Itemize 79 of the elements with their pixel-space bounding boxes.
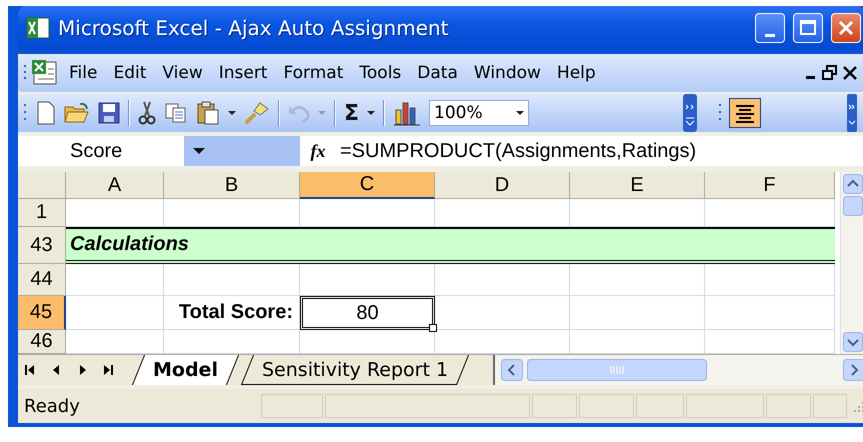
autosum-button[interactable]: Σ bbox=[344, 100, 360, 126]
maximize-button[interactable] bbox=[793, 13, 823, 43]
dropdown-caret-icon[interactable] bbox=[192, 146, 206, 156]
scroll-up-button[interactable] bbox=[843, 174, 863, 194]
column-header[interactable]: D bbox=[435, 172, 570, 199]
minimize-button[interactable] bbox=[755, 13, 785, 43]
scroll-thumb[interactable] bbox=[843, 196, 863, 216]
column-header[interactable]: F bbox=[705, 172, 835, 199]
row-header[interactable]: 43 bbox=[18, 227, 66, 264]
menu-item[interactable]: Help bbox=[550, 59, 603, 87]
table-cell[interactable] bbox=[570, 264, 705, 296]
table-cell[interactable] bbox=[66, 296, 164, 330]
row-header[interactable]: 1 bbox=[18, 199, 66, 227]
menu-item[interactable]: Data bbox=[410, 59, 465, 87]
menu-item[interactable]: Insert bbox=[212, 59, 274, 87]
table-cell[interactable] bbox=[705, 296, 835, 330]
table-cell[interactable] bbox=[435, 296, 570, 330]
section-heading: Calculations bbox=[66, 227, 835, 264]
open-folder-icon[interactable] bbox=[64, 102, 90, 124]
column-header[interactable]: E bbox=[570, 172, 705, 199]
last-sheet-button[interactable] bbox=[102, 363, 114, 377]
column-header[interactable]: A bbox=[66, 172, 164, 199]
status-text: Ready bbox=[24, 396, 81, 416]
zoom-dropdown[interactable]: 100% bbox=[429, 100, 530, 126]
table-cell[interactable] bbox=[705, 264, 835, 296]
table-cell[interactable] bbox=[570, 296, 705, 330]
new-document-icon[interactable] bbox=[36, 101, 56, 125]
formula-field[interactable]: =SUMPRODUCT(Assignments,Ratings) bbox=[336, 140, 696, 162]
fill-handle[interactable] bbox=[429, 324, 437, 332]
status-panel bbox=[636, 394, 684, 418]
toolbar-options-icon[interactable] bbox=[847, 94, 857, 132]
paste-clipboard-icon[interactable] bbox=[196, 101, 220, 125]
format-painter-brush-icon[interactable] bbox=[244, 101, 270, 125]
toolbar-options-icon[interactable] bbox=[683, 94, 698, 132]
sheet-tab[interactable]: Model bbox=[132, 355, 240, 385]
sheet-tab[interactable]: Sensitivity Report 1 bbox=[240, 355, 470, 385]
menu-item[interactable]: Window bbox=[466, 59, 548, 87]
status-panel bbox=[813, 394, 847, 418]
spreadsheet-logo-icon bbox=[26, 17, 50, 39]
status-panel bbox=[766, 394, 811, 418]
caret-icon[interactable] bbox=[367, 110, 376, 116]
menu-item[interactable]: View bbox=[155, 59, 210, 87]
row-header[interactable]: 46 bbox=[18, 330, 66, 354]
menu-item[interactable]: Format bbox=[276, 59, 350, 87]
row-header[interactable]: 45 bbox=[18, 296, 66, 330]
close-icon[interactable] bbox=[841, 64, 859, 82]
caret-icon[interactable] bbox=[228, 110, 236, 116]
column-header[interactable]: C bbox=[300, 172, 435, 199]
horizontal-scroll-thumb[interactable] bbox=[527, 359, 708, 381]
align-center-icon bbox=[734, 103, 756, 123]
first-sheet-button[interactable] bbox=[24, 363, 36, 377]
menu-item[interactable]: File bbox=[62, 59, 104, 87]
scroll-right-button[interactable] bbox=[843, 359, 863, 381]
cut-scissors-icon[interactable] bbox=[138, 101, 156, 125]
restore-icon[interactable] bbox=[821, 64, 839, 82]
scroll-left-button[interactable] bbox=[501, 359, 524, 381]
column-header[interactable]: B bbox=[164, 172, 300, 199]
caret-icon bbox=[516, 110, 524, 116]
table-cell[interactable] bbox=[66, 264, 164, 296]
menu-item[interactable]: Tools bbox=[352, 59, 408, 87]
status-panel bbox=[532, 394, 577, 418]
copy-icon[interactable] bbox=[164, 102, 188, 124]
select-all-button[interactable] bbox=[18, 172, 66, 199]
table-cell[interactable] bbox=[435, 264, 570, 296]
table-cell[interactable] bbox=[164, 264, 300, 296]
insert-function-button[interactable]: fx bbox=[300, 140, 336, 162]
table-cell[interactable]: 80 bbox=[300, 296, 435, 330]
status-panel bbox=[261, 394, 323, 418]
align-center-button[interactable] bbox=[729, 98, 762, 128]
table-cell[interactable] bbox=[300, 264, 435, 296]
close-button[interactable] bbox=[831, 13, 861, 43]
row-header[interactable]: 44 bbox=[18, 264, 66, 296]
window-title: Microsoft Excel - Ajax Auto Assignment bbox=[58, 16, 450, 40]
menu-item[interactable]: Edit bbox=[106, 59, 154, 87]
bar-chart-icon[interactable] bbox=[393, 100, 422, 126]
table-cell[interactable]: Total Score: bbox=[164, 296, 300, 330]
scroll-down-button[interactable] bbox=[843, 332, 863, 352]
status-panel bbox=[579, 394, 634, 418]
minimize-icon bbox=[765, 34, 775, 36]
